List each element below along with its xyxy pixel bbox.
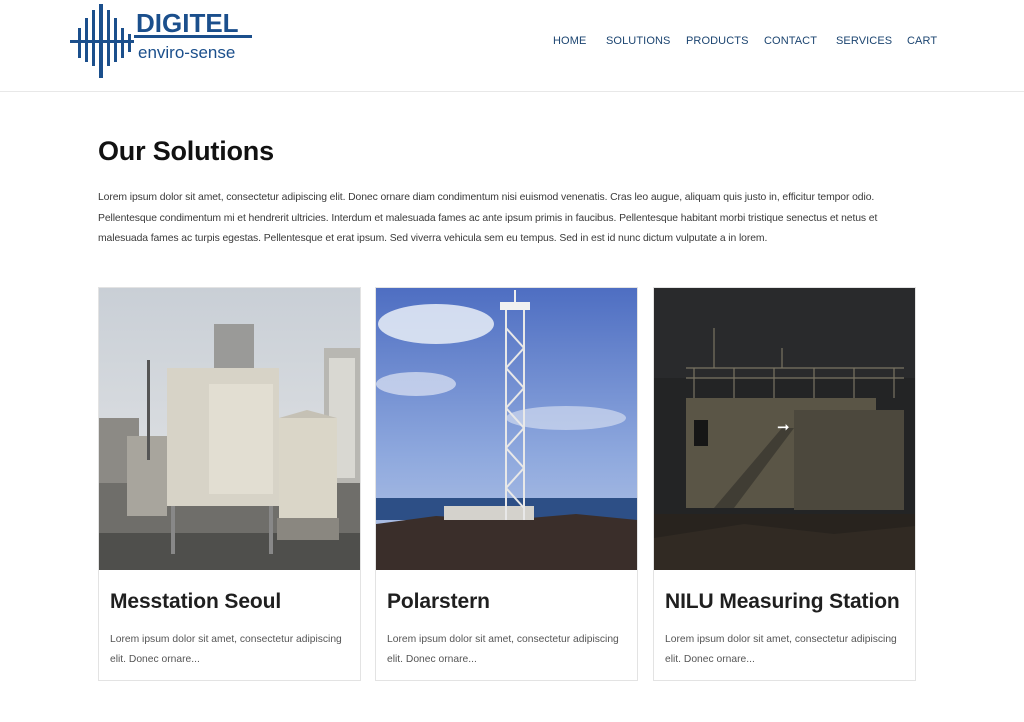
card-title[interactable]: Messtation Seoul [110,590,281,614]
nav-services[interactable]: SERVICES [836,35,892,47]
nav-cart[interactable]: CART [907,35,937,47]
card-title[interactable]: NILU Measuring Station [665,590,900,614]
nav-solutions[interactable]: SOLUTIONS [606,35,670,47]
card-image-polarstern[interactable] [376,288,637,570]
page-title: Our Solutions [98,136,274,166]
card-excerpt: Lorem ipsum dolor sit amet, consectetur … [110,634,342,665]
card-image-nilu[interactable]: ➞ [654,288,915,570]
site-header: DIGITEL enviro-sense HOME SOLUTIONS PROD… [0,0,1024,92]
nav-contact[interactable]: CONTACT [764,35,817,47]
card-excerpt: Lorem ipsum dolor sit amet, consectetur … [387,634,619,665]
solution-card-seoul[interactable]: Messtation Seoul Lorem ipsum dolor sit a… [98,287,361,681]
card-excerpt: Lorem ipsum dolor sit amet, consectetur … [665,634,897,665]
nav-products[interactable]: PRODUCTS [686,35,749,47]
intro-paragraph: Lorem ipsum dolor sit amet, consectetur … [98,192,878,244]
solution-card-nilu[interactable]: ➞ NILU Measuring Station Lorem ipsum dol… [653,287,916,681]
card-image-seoul[interactable] [99,288,360,570]
brand-name: DIGITEL [136,8,239,38]
card-title[interactable]: Polarstern [387,590,490,614]
arrow-right-icon[interactable]: ➞ [777,418,790,436]
solution-card-polarstern[interactable]: Polarstern Lorem ipsum dolor sit amet, c… [375,287,638,681]
brand-logo[interactable]: DIGITEL enviro-sense [66,2,256,80]
brand-tagline: enviro-sense [138,43,235,62]
nav-home[interactable]: HOME [553,35,586,47]
